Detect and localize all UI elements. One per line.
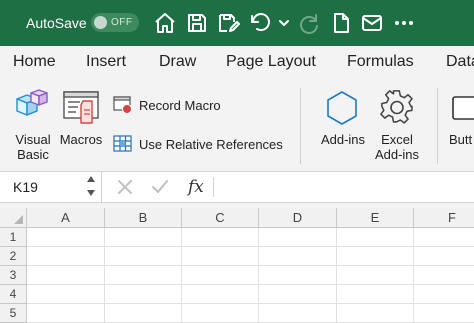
cell[interactable] — [182, 247, 259, 266]
row-header[interactable]: 5 — [0, 304, 27, 323]
excel-add-ins-label: Excel Add-ins — [374, 132, 420, 162]
cell[interactable] — [27, 304, 105, 323]
cell[interactable] — [105, 285, 182, 304]
group-divider — [437, 88, 438, 164]
column-header[interactable]: A — [27, 208, 105, 228]
chevron-down-icon[interactable] — [87, 190, 95, 196]
ribbon-tabs: Home Insert Draw Page Layout Formulas Da… — [0, 46, 474, 80]
tab-draw[interactable]: Draw — [159, 53, 196, 71]
cell[interactable] — [414, 247, 474, 266]
column-header[interactable]: E — [337, 208, 414, 228]
cell[interactable] — [27, 247, 105, 266]
save-icon[interactable] — [185, 11, 209, 35]
macros-icon — [62, 89, 102, 132]
cell[interactable] — [337, 247, 414, 266]
cell[interactable] — [182, 285, 259, 304]
cell[interactable] — [259, 304, 337, 323]
name-box-value: K19 — [13, 179, 38, 195]
tab-insert[interactable]: Insert — [86, 53, 126, 71]
cell[interactable] — [105, 304, 182, 323]
column-header[interactable]: D — [259, 208, 337, 228]
visual-basic-icon — [13, 87, 53, 128]
autosave-label: AutoSave — [26, 15, 87, 31]
chevron-up-icon[interactable] — [87, 176, 95, 182]
cell[interactable] — [414, 266, 474, 285]
tab-data[interactable]: Data — [446, 53, 474, 71]
record-macro-label: Record Macro — [139, 98, 221, 113]
gear-icon — [378, 89, 416, 132]
tab-page-layout[interactable]: Page Layout — [226, 53, 316, 71]
undo-icon[interactable] — [248, 11, 272, 35]
column-header[interactable]: C — [182, 208, 259, 228]
cell[interactable] — [105, 228, 182, 247]
row-header[interactable]: 2 — [0, 247, 27, 266]
visual-basic-label: Visual Basic — [15, 132, 51, 162]
cell[interactable] — [414, 304, 474, 323]
cell[interactable] — [414, 285, 474, 304]
cell[interactable] — [337, 228, 414, 247]
cell[interactable] — [259, 266, 337, 285]
toggle-knob — [94, 16, 107, 29]
use-relative-references-label: Use Relative References — [139, 137, 283, 152]
cell[interactable] — [259, 247, 337, 266]
cell[interactable] — [414, 228, 474, 247]
tab-home[interactable]: Home — [13, 53, 56, 71]
cell[interactable] — [105, 247, 182, 266]
select-all-button[interactable] — [0, 208, 27, 228]
cell[interactable] — [259, 228, 337, 247]
add-ins-label: Add-ins — [320, 132, 366, 147]
select-all-icon — [14, 215, 23, 224]
cell[interactable] — [182, 228, 259, 247]
record-macro-icon — [113, 96, 133, 119]
title-bar: AutoSave OFF — [0, 0, 474, 46]
check-icon[interactable] — [151, 178, 169, 196]
cell[interactable] — [27, 285, 105, 304]
home-icon[interactable] — [153, 11, 177, 35]
cell[interactable] — [105, 266, 182, 285]
cell[interactable] — [182, 266, 259, 285]
formula-bar: K19 fx — [0, 172, 474, 203]
cell[interactable] — [182, 304, 259, 323]
row-header[interactable]: 3 — [0, 266, 27, 285]
button-icon — [452, 95, 474, 126]
undo-dropdown-icon[interactable] — [272, 11, 289, 35]
spreadsheet-grid: A B C D E F 1 2 3 4 5 — [0, 208, 474, 323]
cancel-icon[interactable] — [116, 178, 134, 196]
column-header[interactable]: B — [105, 208, 182, 228]
save-as-icon[interactable] — [216, 11, 240, 35]
group-divider — [300, 88, 301, 164]
redo-icon[interactable] — [297, 11, 321, 35]
formula-input[interactable] — [218, 176, 468, 198]
cell[interactable] — [337, 304, 414, 323]
tab-formulas[interactable]: Formulas — [347, 53, 414, 71]
formula-divider — [213, 177, 214, 197]
autosave-toggle[interactable]: OFF — [91, 13, 139, 32]
more-icon[interactable] — [392, 11, 416, 35]
cell[interactable] — [337, 266, 414, 285]
column-header[interactable]: F — [414, 208, 474, 228]
cell[interactable] — [337, 285, 414, 304]
macros-label: Macros — [59, 132, 103, 147]
button-label: Butt — [449, 132, 473, 147]
new-document-icon[interactable] — [329, 11, 353, 35]
add-ins-icon — [324, 90, 360, 133]
relative-references-icon — [113, 135, 133, 158]
cell[interactable] — [27, 266, 105, 285]
cell[interactable] — [27, 228, 105, 247]
cell[interactable] — [259, 285, 337, 304]
row-header[interactable]: 1 — [0, 228, 27, 247]
name-box[interactable]: K19 — [0, 172, 102, 202]
row-header[interactable]: 4 — [0, 285, 27, 304]
ribbon: Visual Basic Macros Record Macro Use Rel… — [0, 80, 474, 172]
autosave-state: OFF — [111, 17, 133, 28]
insert-function-button[interactable]: fx — [188, 177, 204, 197]
mail-icon[interactable] — [360, 11, 384, 35]
